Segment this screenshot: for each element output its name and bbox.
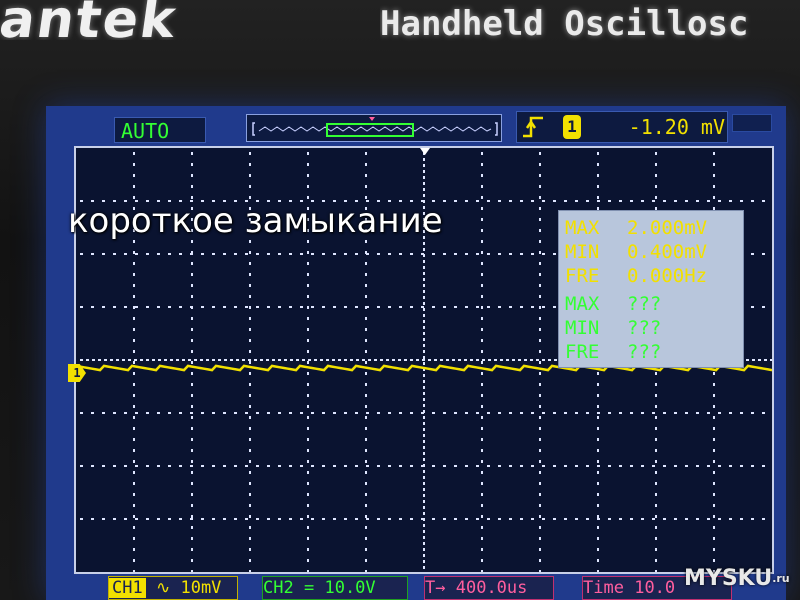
trigger-offset-readout: T→ 400.0us <box>424 576 554 600</box>
measurement-value: 0.000Hz <box>627 265 708 287</box>
device-model-label: Handheld Oscillosc <box>380 4 749 44</box>
trigger-source-badge: 1 <box>563 115 581 139</box>
trigger-level: -1.20 mV <box>628 115 725 139</box>
measurement-label: MIN <box>565 317 600 339</box>
ch1-min-row: MIN 0.400mV <box>565 241 739 264</box>
ch2-volts-per-div: 10.0V <box>324 578 376 598</box>
trigger-time-marker <box>420 148 430 155</box>
device-brand: antek <box>0 0 182 40</box>
ch1-max-row: MAX 2.000mV <box>565 217 739 240</box>
measurement-value: ??? <box>627 341 662 363</box>
bottom-status-bar: CH1 ∿ 10mV CH2 = 10.0V T→ 400.0us Time 1… <box>46 574 786 600</box>
watermark-text: MYSKU <box>684 566 773 591</box>
memory-overview-trace <box>258 126 492 132</box>
ch2-max-row: MAX??? <box>565 293 739 316</box>
site-watermark: MYSKU.ru <box>684 564 796 594</box>
measurement-label: MAX <box>565 217 600 239</box>
memory-waveform-overview <box>252 117 498 137</box>
timebase-label: Time <box>583 578 624 598</box>
measurement-label: MIN <box>565 241 600 263</box>
watermark-suffix: .ru <box>772 572 790 585</box>
ch2-scale-readout: CH2 = 10.0V <box>262 576 408 600</box>
measurement-value: ??? <box>627 317 662 339</box>
ch1-fre-row: FRE 0.000Hz <box>565 265 739 288</box>
measurement-panel: MAX 2.000mV MIN 0.400mV FRE 0.000Hz MAX??? … <box>558 210 744 368</box>
oscilloscope-screen: AUTO 1 -1.20 mV MAX 2.000mV MIN 0.400mV … <box>46 106 786 600</box>
ac-coupling-icon: ∿ <box>155 578 171 598</box>
measurement-value: ??? <box>627 293 662 315</box>
dc-coupling-icon: = <box>303 578 315 598</box>
measurement-label: FRE <box>565 265 600 287</box>
acquisition-mode-badge: AUTO <box>114 117 206 143</box>
battery-icon <box>732 114 772 132</box>
measurement-value: 2.000mV <box>627 217 708 239</box>
trigger-position-marker <box>369 117 375 121</box>
trigger-offset-value: 400.0us <box>455 578 528 598</box>
timebase-value: 10.0 <box>634 578 676 598</box>
measurement-value: 0.400mV <box>627 241 708 263</box>
ch2-fre-row: FRE??? <box>565 341 739 364</box>
ch1-tag: CH1 <box>109 578 146 598</box>
top-status-bar: AUTO 1 -1.20 mV <box>46 106 786 146</box>
memory-position-bar <box>246 114 502 142</box>
ch1-volts-per-div: 10mV <box>180 578 222 598</box>
ch2-tag: CH2 <box>263 578 294 598</box>
memory-window-indicator <box>326 123 414 137</box>
ch1-scale-readout: CH1 ∿ 10mV <box>108 576 238 600</box>
rising-edge-icon <box>521 114 545 140</box>
measurement-label: MAX <box>565 293 600 315</box>
trigger-offset-label: T→ <box>425 578 446 598</box>
photo-caption: короткое замыкание <box>68 201 443 241</box>
trigger-status: 1 -1.20 mV <box>516 111 728 143</box>
measurement-label: FRE <box>565 341 600 363</box>
ch2-min-row: MIN??? <box>565 317 739 340</box>
